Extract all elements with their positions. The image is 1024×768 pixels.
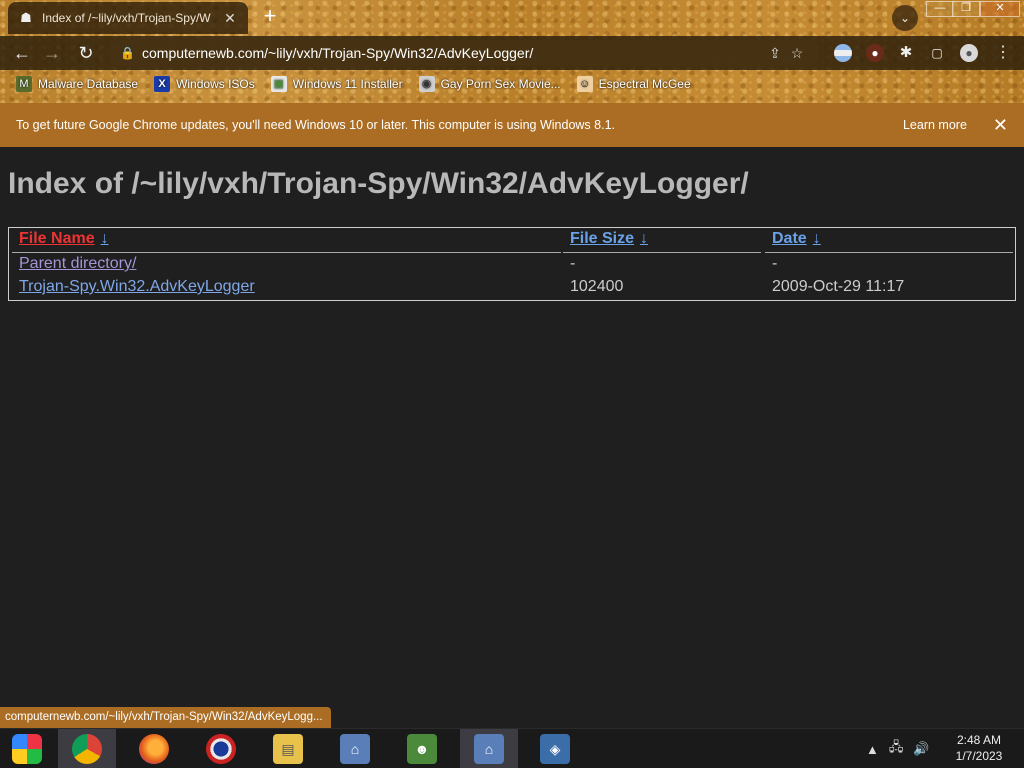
installer-icon: ▣ bbox=[270, 76, 287, 92]
taskbar-file-explorer[interactable]: ▤ bbox=[259, 729, 317, 768]
table-row: Parent directory/ - - bbox=[9, 255, 1015, 277]
sort-down-arrow-icon[interactable]: ↓ bbox=[640, 230, 648, 247]
sort-by-name-link[interactable]: File Name bbox=[19, 230, 95, 247]
bookmark-label: Windows ISOs bbox=[176, 77, 255, 91]
tab-close-icon[interactable]: ✕ bbox=[222, 10, 238, 27]
site-favicon-icon: ◉ bbox=[418, 76, 435, 92]
learn-more-link[interactable]: Learn more bbox=[903, 118, 967, 132]
bookmark-star-icon[interactable]: ☆ bbox=[786, 45, 808, 62]
opera-icon bbox=[206, 734, 236, 764]
column-header-file-name[interactable]: File Name ↓ bbox=[19, 230, 109, 248]
virtualbox-icon: ◈ bbox=[540, 734, 570, 764]
avatar-extension-icon[interactable]: ● bbox=[866, 44, 884, 62]
header-divider bbox=[563, 252, 761, 253]
start-orb-icon bbox=[12, 734, 42, 764]
chrome-icon bbox=[72, 734, 102, 764]
volume-icon[interactable]: 🔊 bbox=[913, 741, 929, 757]
maximize-button[interactable]: ❐ bbox=[952, 1, 980, 17]
update-infobar: To get future Google Chrome updates, you… bbox=[0, 103, 1024, 147]
firefox-icon bbox=[139, 734, 169, 764]
bookmark-espectral-mcgee[interactable]: ☺ Espectral McGee bbox=[576, 76, 691, 92]
browser-toolbar: ← → ↻ 🔒 computernewb.com/~lily/vxh/Troja… bbox=[0, 36, 1024, 70]
browser-frame: ☗ Index of /~lily/vxh/Trojan-Spy/W ✕ + ⌄… bbox=[0, 0, 1024, 103]
bookmark-label: Espectral McGee bbox=[598, 77, 691, 91]
date-cell: 2009-Oct-29 11:17 bbox=[772, 278, 905, 295]
taskbar-network-app[interactable]: ⌂ bbox=[326, 729, 384, 768]
clock-date: 1/7/2023 bbox=[955, 749, 1003, 763]
face-icon: ☺ bbox=[576, 76, 593, 92]
sort-by-size-link[interactable]: File Size bbox=[570, 230, 634, 247]
taskbar-network-app-2[interactable]: ⌂ bbox=[460, 729, 518, 768]
bookmark-windows-11-installer[interactable]: ▣ Windows 11 Installer bbox=[270, 76, 403, 92]
folder-icon: ▤ bbox=[273, 734, 303, 764]
page-content: Index of /~lily/vxh/Trojan-Spy/Win32/Adv… bbox=[0, 147, 1024, 727]
network-tray-icon[interactable]: 🖧 bbox=[889, 738, 904, 760]
people-icon: ☻ bbox=[407, 734, 437, 764]
page-title: Index of /~lily/vxh/Trojan-Spy/Win32/Adv… bbox=[8, 167, 749, 200]
file-link[interactable]: Trojan-Spy.Win32.AdvKeyLogger bbox=[19, 278, 255, 296]
sort-by-date-link[interactable]: Date bbox=[772, 230, 807, 247]
column-header-date[interactable]: Date ↓ bbox=[772, 230, 821, 248]
close-window-button[interactable]: ✕ bbox=[980, 1, 1020, 17]
bookmark-malware-database[interactable]: M Malware Database bbox=[16, 76, 138, 92]
side-panel-icon[interactable]: ▢ bbox=[928, 44, 946, 62]
malware-database-icon: M bbox=[16, 76, 32, 92]
bookmarks-bar: M Malware Database X Windows ISOs ▣ Wind… bbox=[0, 72, 1024, 96]
start-button[interactable] bbox=[0, 729, 54, 768]
file-size-cell: 102400 bbox=[570, 278, 624, 295]
tab-search-button[interactable]: ⌄ bbox=[892, 5, 918, 31]
new-tab-button[interactable]: + bbox=[258, 5, 282, 29]
bookmark-movie-site[interactable]: ◉ Gay Porn Sex Movie... bbox=[418, 76, 561, 92]
windows-isos-icon: X bbox=[154, 76, 171, 92]
network-icon: ⌂ bbox=[474, 734, 504, 764]
table-header-row: File Name ↓ File Size ↓ Date ↓ bbox=[9, 230, 1015, 252]
taskbar-chrome[interactable] bbox=[58, 729, 116, 768]
show-hidden-icons-icon[interactable]: ▲ bbox=[866, 742, 879, 757]
forward-arrow-icon[interactable]: → bbox=[40, 41, 64, 65]
reload-icon[interactable]: ↻ bbox=[74, 41, 98, 65]
tab-title: Index of /~lily/vxh/Trojan-Spy/W bbox=[42, 11, 211, 25]
extensions-puzzle-icon[interactable]: ✱ bbox=[897, 44, 915, 62]
share-icon[interactable]: ⇪ bbox=[764, 45, 786, 62]
browser-tab[interactable]: ☗ Index of /~lily/vxh/Trojan-Spy/W ✕ bbox=[8, 2, 248, 34]
incognito-hat-icon: ☗ bbox=[20, 10, 32, 25]
close-icon[interactable]: ✕ bbox=[993, 115, 1008, 136]
date-cell: - bbox=[772, 255, 778, 272]
profile-avatar-icon[interactable]: ● bbox=[960, 44, 978, 62]
system-tray: ▲ 🖧 🔊 bbox=[866, 729, 940, 768]
clock-time: 2:48 AM bbox=[956, 733, 1002, 747]
bookmark-label: Gay Porn Sex Movie... bbox=[440, 77, 561, 91]
address-bar[interactable]: 🔒 computernewb.com/~lily/vxh/Trojan-Spy/… bbox=[108, 40, 820, 66]
bookmark-label: Windows 11 Installer bbox=[292, 77, 403, 91]
taskbar-firefox[interactable] bbox=[125, 729, 183, 768]
taskbar-opera[interactable] bbox=[192, 729, 250, 768]
bookmark-label: Malware Database bbox=[38, 77, 139, 91]
infobar-message: To get future Google Chrome updates, you… bbox=[16, 118, 615, 132]
url-text[interactable]: computernewb.com/~lily/vxh/Trojan-Spy/Wi… bbox=[142, 45, 764, 61]
back-arrow-icon[interactable]: ← bbox=[10, 41, 34, 65]
file-size-cell: - bbox=[570, 255, 576, 272]
sort-down-arrow-icon[interactable]: ↓ bbox=[101, 230, 109, 247]
minimize-button[interactable]: — bbox=[926, 1, 954, 17]
header-divider bbox=[12, 252, 561, 253]
lock-icon[interactable]: 🔒 bbox=[120, 46, 135, 60]
column-header-file-size[interactable]: File Size ↓ bbox=[570, 230, 648, 248]
header-divider bbox=[765, 252, 1013, 253]
taskbar-virtualbox[interactable]: ◈ bbox=[526, 729, 584, 768]
bookmark-windows-isos[interactable]: X Windows ISOs bbox=[154, 76, 255, 92]
network-icon: ⌂ bbox=[340, 734, 370, 764]
taskbar: ▤ ⌂ ☻ ⌂ ◈ ▲ 🖧 🔊 2:48 AM 1/7/2023 bbox=[0, 728, 1024, 768]
flag-extension-icon[interactable] bbox=[834, 44, 852, 62]
status-bubble: computernewb.com/~lily/vxh/Trojan-Spy/Wi… bbox=[0, 707, 331, 728]
sort-down-arrow-icon[interactable]: ↓ bbox=[813, 230, 821, 247]
kebab-menu-icon[interactable]: ⋮ bbox=[994, 44, 1012, 62]
table-row: Trojan-Spy.Win32.AdvKeyLogger 102400 200… bbox=[9, 278, 1015, 300]
taskbar-people-app[interactable]: ☻ bbox=[393, 729, 451, 768]
file-listing-table: File Name ↓ File Size ↓ Date ↓ Parent direc… bbox=[8, 227, 1016, 301]
parent-directory-link[interactable]: Parent directory/ bbox=[19, 255, 136, 273]
clock[interactable]: 2:48 AM 1/7/2023 bbox=[944, 732, 1014, 764]
